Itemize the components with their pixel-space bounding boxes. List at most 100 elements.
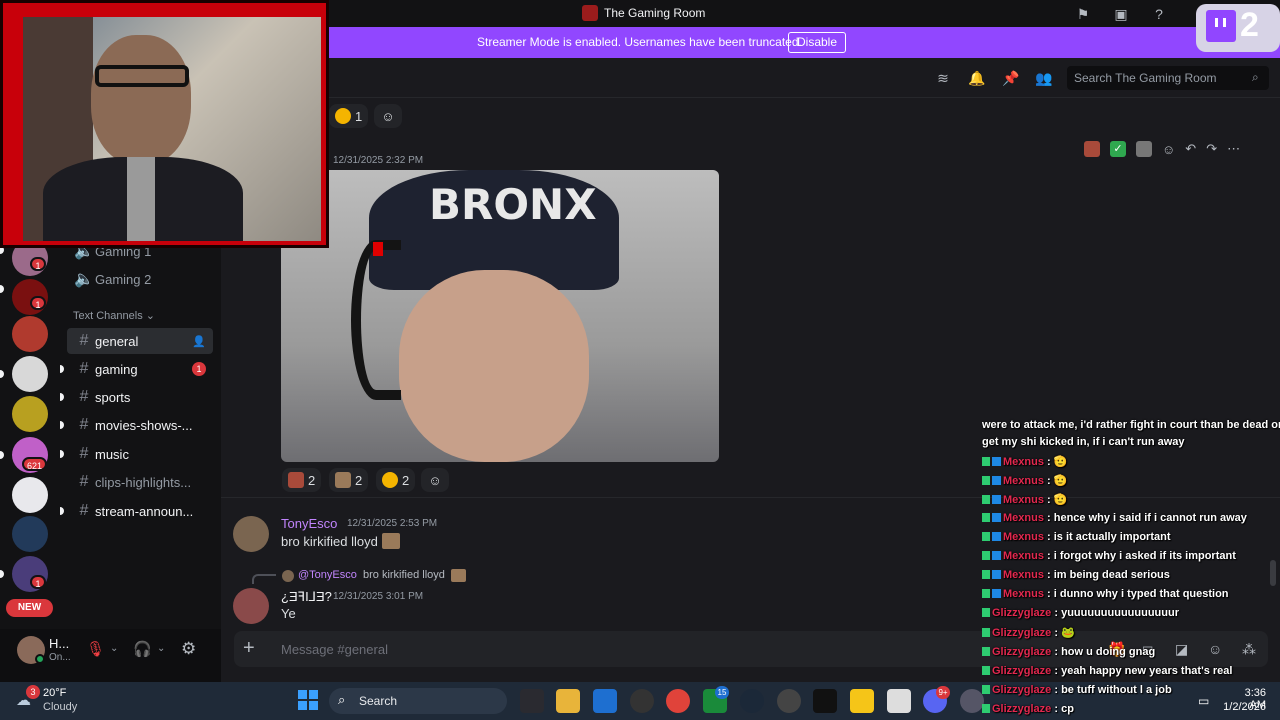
twitch-chat-line: Mexnus : im being dead serious [982, 569, 1170, 581]
text-channels-header[interactable]: Text Channels ⌄ [73, 309, 155, 322]
inbox-icon[interactable]: ▣ [1112, 5, 1130, 23]
avatar[interactable] [233, 588, 269, 624]
channel-movies-shows[interactable]: # movies-shows-... [67, 412, 213, 438]
reaction-2[interactable]: 2 [329, 468, 369, 492]
channel-label: sports [95, 389, 131, 405]
badge-icon [982, 551, 990, 560]
message-author[interactable]: ¿ƎꟻI⅃Ǝ? [281, 589, 332, 605]
file-explorer-icon[interactable] [556, 689, 580, 713]
message-toolbar: ✓ ☺ ↶ ↷ ⋯ [1078, 137, 1254, 161]
avatar[interactable] [233, 516, 269, 552]
online-status-icon [35, 654, 45, 664]
search-icon: ⌕ [338, 692, 346, 707]
webcam-feed [23, 17, 321, 241]
badge-icon [982, 704, 990, 713]
hash-icon: # [79, 416, 89, 433]
voice-channel-gaming-2[interactable]: 🔈 Gaming 2 [67, 266, 213, 292]
message-author[interactable]: TonyEsco [281, 516, 337, 531]
laugh-emoji-icon [382, 472, 398, 488]
server-icon-8[interactable] [12, 516, 48, 552]
badge-icon [992, 457, 1001, 466]
reply-icon[interactable]: ↶ [1185, 141, 1196, 157]
sticker-icon[interactable]: ◪ [1175, 641, 1188, 658]
twitch-chat-line: Mexnus : i dunno why i typed that questi… [982, 588, 1229, 600]
server-badge: 621 [22, 457, 48, 471]
reaction-emoji-icon[interactable] [1136, 141, 1152, 157]
store-icon[interactable] [593, 689, 617, 713]
channel-music[interactable]: # music [67, 441, 213, 467]
bell-icon[interactable]: 🔔 [968, 69, 986, 87]
scrollbar-thumb[interactable] [1270, 560, 1276, 586]
badge-icon [982, 476, 990, 485]
mic-muted-icon[interactable]: 🎙 [86, 640, 105, 658]
settings-app-icon[interactable] [960, 689, 984, 713]
flag-icon[interactable]: ⚑ [1074, 5, 1092, 23]
rockstar-icon[interactable] [850, 689, 874, 713]
epic-games-icon[interactable] [813, 689, 837, 713]
twitch-chat-line: Glizzyglaze : be tuff without l a job [982, 684, 1172, 696]
face-shape [399, 270, 589, 462]
obs-icon[interactable] [630, 689, 654, 713]
channel-gaming[interactable]: # gaming 1 [67, 356, 213, 382]
steam-icon[interactable] [740, 689, 764, 713]
chrome-icon[interactable] [666, 689, 690, 713]
disable-button[interactable]: Disable [788, 32, 847, 53]
message-image[interactable]: BRONX [281, 170, 719, 462]
threads-icon[interactable]: ≋ [934, 69, 952, 87]
reaction-3[interactable]: 2 [376, 468, 416, 492]
add-reaction-button[interactable]: ☺ [421, 468, 449, 492]
message-input[interactable]: Message #general [281, 642, 388, 657]
battery-icon[interactable]: ▭ [1198, 694, 1209, 708]
reaction-1[interactable]: 2 [282, 468, 322, 492]
weather-temp[interactable]: 20°F [43, 687, 66, 699]
badge-icon [992, 551, 1001, 560]
app-icon[interactable] [777, 689, 801, 713]
server-icon-7[interactable] [12, 477, 48, 513]
task-view-icon[interactable] [520, 689, 544, 713]
plus-icon[interactable]: + [243, 637, 255, 660]
new-badge[interactable]: NEW [6, 599, 53, 617]
badge-icon [982, 666, 990, 675]
apps-icon[interactable]: ⁂ [1242, 641, 1256, 658]
channel-general[interactable]: # general 👤 [67, 328, 213, 354]
headphones-muted-icon[interactable]: 🎧 [133, 640, 152, 658]
chevron-down-icon[interactable]: ⌄ [110, 643, 118, 654]
twitch-chat-line: Glizzyglaze : 🐸 [982, 626, 1075, 639]
add-member-icon[interactable]: 👤 [192, 335, 206, 348]
channel-label: stream-announ... [95, 503, 194, 519]
channel-stream-announcements[interactable]: # stream-announ... [67, 498, 213, 524]
server-icon-5[interactable] [12, 396, 48, 432]
help-icon[interactable]: ? [1150, 5, 1168, 23]
windows-start-icon[interactable] [298, 690, 318, 710]
user-status: On... [49, 652, 71, 663]
search-input[interactable]: Search The Gaming Room [1067, 66, 1269, 90]
reply-mention[interactable]: @TonyEsco [298, 569, 357, 581]
emoji-icon[interactable]: ☺ [1208, 641, 1222, 657]
add-reaction-icon[interactable]: ☺ [1162, 142, 1175, 157]
hash-icon: # [79, 502, 89, 519]
server-icon [582, 5, 598, 21]
badge-icon [982, 628, 990, 637]
reaction-emoji-icon[interactable] [1084, 141, 1100, 157]
server-icon-4[interactable] [12, 356, 48, 392]
taskbar-search[interactable]: ⌕ Search [329, 688, 507, 714]
add-reaction-button[interactable]: ☺ [374, 104, 402, 128]
badge-icon [982, 532, 990, 541]
chevron-down-icon[interactable]: ⌄ [157, 643, 165, 654]
headphone-shape [351, 240, 401, 400]
twitch-chat-line: Mexnus : is it actually important [982, 531, 1171, 543]
7zip-icon[interactable] [887, 689, 911, 713]
more-icon[interactable]: ⋯ [1227, 141, 1240, 157]
check-emoji-icon[interactable]: ✓ [1110, 141, 1126, 157]
reply-quote[interactable]: bro kirkified lloyd [363, 569, 445, 581]
forward-icon[interactable]: ↷ [1206, 141, 1217, 157]
server-badge: 1 [30, 257, 46, 271]
reaction-laugh[interactable]: 1 [329, 104, 369, 128]
server-icon-3[interactable] [12, 316, 48, 352]
members-icon[interactable]: 👥 [1035, 69, 1053, 87]
window-title-text: The Gaming Room [604, 6, 706, 20]
channel-sports[interactable]: # sports [67, 384, 213, 410]
pin-icon[interactable]: 📌 [1002, 69, 1020, 87]
channel-clips-highlights[interactable]: # clips-highlights... [67, 469, 213, 495]
gear-icon[interactable]: ⚙ [181, 639, 196, 659]
